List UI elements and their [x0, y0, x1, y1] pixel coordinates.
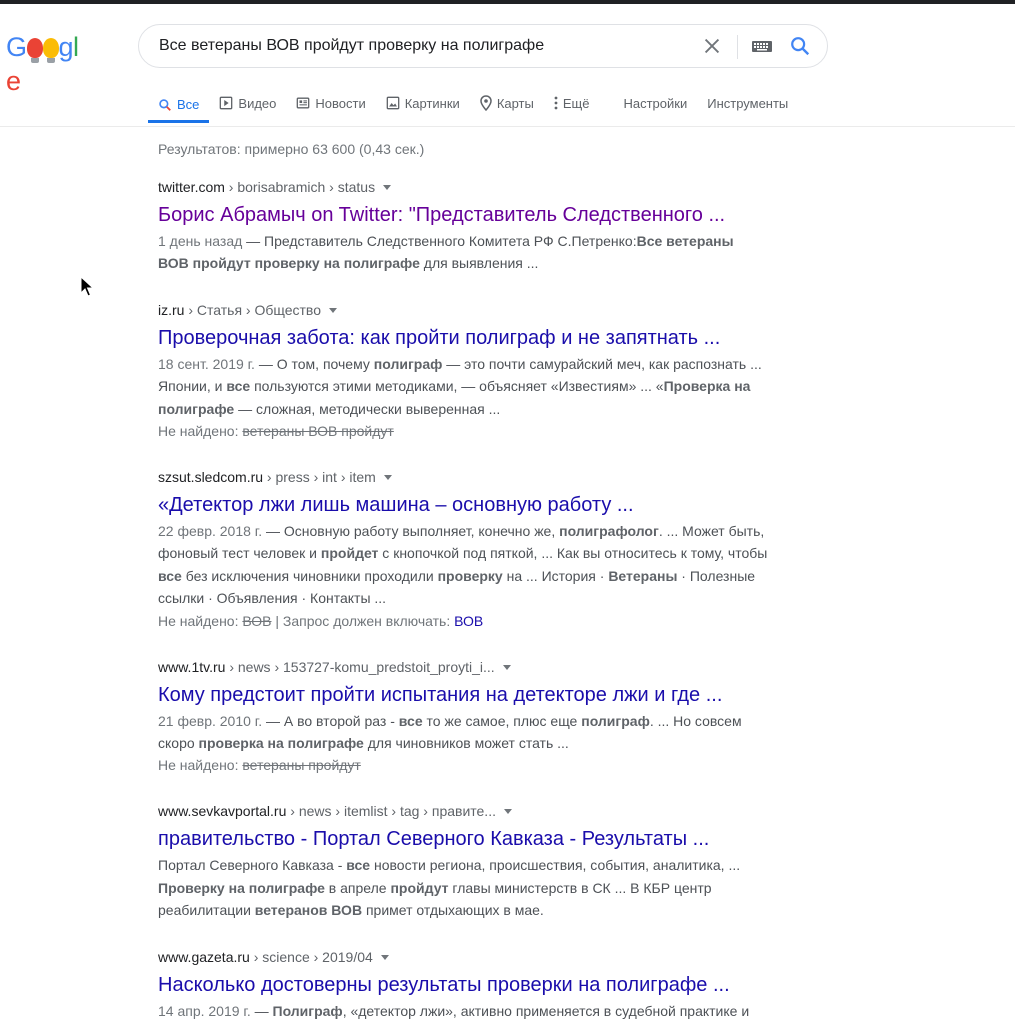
search-input[interactable] [159, 25, 699, 67]
tab-all[interactable]: Все [148, 86, 210, 123]
search-icon [158, 98, 172, 112]
image-icon [386, 96, 400, 110]
tab-maps[interactable]: Карты [470, 86, 544, 120]
map-pin-icon [480, 95, 492, 111]
google-doodle-logo[interactable]: Ggle [6, 30, 90, 96]
play-icon [219, 96, 233, 110]
tab-video[interactable]: Видео [209, 86, 286, 120]
results-list: twitter.com › borisabramich › status Бор… [158, 178, 768, 1027]
search-divider [737, 35, 738, 59]
result-snippet: 22 февр. 2018 г. — Основную работу выпол… [158, 523, 768, 607]
result-snippet: 18 сент. 2019 г. — О том, почему полигра… [158, 355, 762, 417]
caret-down-icon[interactable] [502, 664, 511, 670]
caret-down-icon[interactable] [329, 307, 338, 313]
search-result: szsut.sledcom.ru › press › int › item «Д… [158, 468, 768, 632]
result-title[interactable]: Борис Абрамыч on Twitter: "Представитель… [158, 202, 768, 228]
caret-down-icon[interactable] [503, 809, 512, 815]
google-results-page: Ggle Все ветераны ВОВ пройдут проверку н… [0, 0, 1015, 1027]
search-result: iz.ru › Статья › Общество Проверочная за… [158, 301, 768, 442]
result-title[interactable]: Кому предстоит пройти испытания на детек… [158, 682, 768, 708]
missing-terms: Не найдено: ВОВ | Запрос должен включать… [158, 612, 484, 629]
result-title[interactable]: «Детектор лжи лишь машина – основную раб… [158, 492, 768, 518]
tab-tools[interactable]: Инструменты [697, 86, 798, 120]
search-result: www.gazeta.ru › science › 2019/04 Наскол… [158, 948, 768, 1022]
result-title[interactable]: правительство - Портал Северного Кавказа… [158, 826, 768, 852]
keyboard-icon[interactable] [751, 37, 773, 55]
bulb-icon [26, 38, 43, 63]
tab-more[interactable]: Ещё [544, 86, 600, 120]
result-url[interactable]: www.sevkavportal.ru › news › itemlist › … [158, 802, 768, 820]
result-stats: Результатов: примерно 63 600 (0,43 сек.) [158, 141, 425, 157]
result-snippet: 1 день назад — Представитель Следственно… [158, 233, 734, 272]
result-title[interactable]: Насколько достоверны результаты проверки… [158, 972, 768, 998]
result-url[interactable]: iz.ru › Статья › Общество [158, 301, 768, 319]
search-box [138, 24, 828, 68]
tab-settings[interactable]: Настройки [613, 86, 697, 120]
bulb-icon [42, 38, 59, 63]
more-vertical-icon [554, 96, 558, 110]
browser-top-strip [0, 0, 1015, 4]
search-icon[interactable] [789, 35, 811, 57]
search-tabs: Все Видео Новости Картинки Карты Ещё Нас… [148, 86, 798, 126]
result-snippet: 14 апр. 2019 г. — Полиграф, «детектор лж… [158, 1002, 750, 1019]
result-url[interactable]: twitter.com › borisabramich › status [158, 178, 768, 196]
result-url[interactable]: www.1tv.ru › news › 153727-komu_predstoi… [158, 658, 768, 676]
clear-icon[interactable] [701, 35, 723, 57]
result-title[interactable]: Проверочная забота: как пройти полиграф … [158, 325, 768, 351]
must-include-link[interactable]: ВОВ [454, 613, 483, 629]
caret-down-icon[interactable] [383, 185, 392, 190]
tab-images[interactable]: Картинки [376, 86, 470, 120]
search-result: twitter.com › borisabramich › status Бор… [158, 178, 768, 275]
result-url[interactable]: szsut.sledcom.ru › press › int › item [158, 468, 768, 486]
missing-terms: Не найдено: ветераны пройдут [158, 757, 361, 774]
news-icon [296, 96, 310, 110]
missing-terms: Не найдено: ветераны ВОВ пройдут [158, 423, 394, 440]
caret-down-icon[interactable] [383, 475, 392, 481]
search-result: www.sevkavportal.ru › news › itemlist › … [158, 802, 768, 921]
caret-down-icon[interactable] [380, 954, 389, 960]
result-snippet: 21 февр. 2010 г. — А во второй раз - все… [158, 712, 742, 752]
result-url[interactable]: www.gazeta.ru › science › 2019/04 [158, 948, 768, 966]
result-snippet: Портал Северного Кавказа - все новости р… [158, 857, 741, 919]
search-result: www.1tv.ru › news › 153727-komu_predstoi… [158, 658, 768, 777]
tab-news[interactable]: Новости [286, 86, 375, 120]
mouse-cursor-icon [80, 275, 95, 298]
header-divider [0, 126, 1015, 127]
